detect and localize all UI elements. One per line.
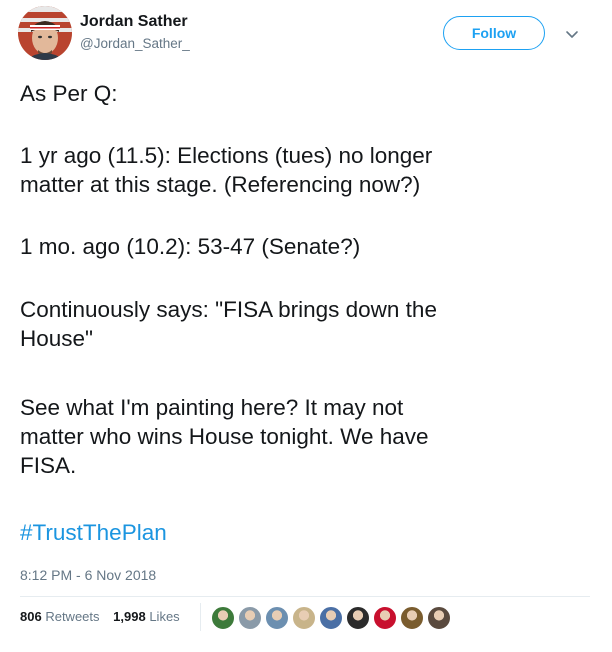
- tweet-text-line: 1 yr ago (11.5): Elections (tues) no lon…: [20, 143, 433, 197]
- chevron-down-icon[interactable]: [565, 27, 579, 41]
- liker-avatar-1[interactable]: [210, 605, 236, 631]
- liker-avatar-9[interactable]: [426, 605, 452, 631]
- author-display-name[interactable]: Jordan Sather: [80, 13, 188, 31]
- retweets-label[interactable]: Retweets: [45, 609, 99, 624]
- follow-button[interactable]: Follow: [443, 16, 545, 50]
- hashtag-link[interactable]: #TrustThePlan: [20, 520, 167, 546]
- liker-avatars: [210, 605, 453, 631]
- tweet-text-line: As Per Q:: [20, 81, 118, 106]
- retweets-count[interactable]: 806: [20, 609, 42, 624]
- author-avatar[interactable]: [18, 6, 72, 60]
- liker-avatar-7[interactable]: [372, 605, 398, 631]
- tweet-card: Jordan Sather @Jordan_Sather_ Follow As …: [0, 0, 612, 652]
- tweet-text-line: 1 mo. ago (10.2): 53-47 (Senate?): [20, 234, 361, 259]
- tweet-text-line: Continuously says: "FISA brings down the…: [20, 297, 437, 351]
- author-handle[interactable]: @Jordan_Sather_: [80, 36, 190, 51]
- divider: [20, 596, 590, 597]
- liker-avatar-6[interactable]: [345, 605, 371, 631]
- tweet-stats: 806 Retweets 1,998 Likes: [20, 609, 190, 624]
- likes-label[interactable]: Likes: [149, 609, 179, 624]
- liker-avatar-2[interactable]: [237, 605, 263, 631]
- stats-separator: [200, 603, 201, 631]
- likes-count[interactable]: 1,998: [113, 609, 146, 624]
- tweet-text-line: See what I'm painting here? It may not m…: [20, 395, 429, 478]
- liker-avatar-3[interactable]: [264, 605, 290, 631]
- tweet-timestamp[interactable]: 8:12 PM - 6 Nov 2018: [20, 567, 156, 583]
- liker-avatar-8[interactable]: [399, 605, 425, 631]
- liker-avatar-5[interactable]: [318, 605, 344, 631]
- liker-avatar-4[interactable]: [291, 605, 317, 631]
